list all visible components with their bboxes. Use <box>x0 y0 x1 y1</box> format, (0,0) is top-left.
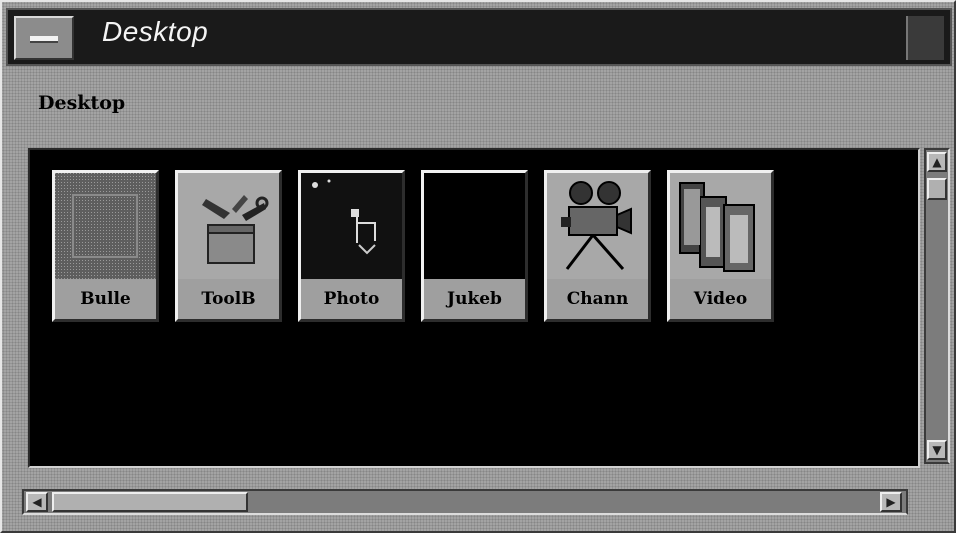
desktop-icon-label: Jukeb <box>424 279 525 319</box>
vertical-scroll-thumb[interactable] <box>927 178 947 200</box>
bulletin-board-icon <box>55 173 156 279</box>
desktop-header-label: Desktop <box>38 92 126 114</box>
scroll-up-button[interactable]: ▲ <box>927 152 947 172</box>
scroll-down-button[interactable]: ▼ <box>927 440 947 460</box>
desktop-icon-chann[interactable]: Chann <box>544 170 651 322</box>
scroll-left-button[interactable]: ◀ <box>26 492 48 512</box>
horizontal-scrollbar[interactable]: ◀ ▶ <box>22 489 908 515</box>
desktop-icon-video[interactable]: Video <box>667 170 774 322</box>
scroll-right-button[interactable]: ▶ <box>880 492 902 512</box>
arrow-down-icon: ▼ <box>932 443 942 457</box>
toolbox-icon <box>178 173 279 279</box>
desktop-icon-bulle[interactable]: Bulle <box>52 170 159 322</box>
arrow-left-icon: ◀ <box>32 495 42 509</box>
movie-camera-icon <box>547 173 648 279</box>
window-title: Desktop <box>102 16 209 47</box>
vertical-scrollbar[interactable]: ▲ ▼ <box>924 148 950 464</box>
desktop-icon-toolb[interactable]: ToolB <box>175 170 282 322</box>
arrow-up-icon: ▲ <box>932 155 942 169</box>
title-bar[interactable]: Desktop <box>6 8 952 66</box>
desktop-icon-label: Chann <box>547 279 648 319</box>
jukebox-icon <box>424 173 525 279</box>
desktop-icon-jukeb[interactable]: Jukeb <box>421 170 528 322</box>
desktop-icon-photo[interactable]: Photo <box>298 170 405 322</box>
window-menu-icon <box>30 36 58 43</box>
arrow-right-icon: ▶ <box>886 495 896 509</box>
desktop-icon-label: Photo <box>301 279 402 319</box>
desktop-icon-label: Bulle <box>55 279 156 319</box>
window-menu-button[interactable] <box>14 16 74 60</box>
desktop-window: Desktop Desktop Bulle ToolB Photo Jukeb … <box>0 0 956 533</box>
horizontal-scroll-thumb[interactable] <box>52 492 248 512</box>
icon-grid: Bulle ToolB Photo Jukeb Chann Video <box>28 148 920 468</box>
desktop-icon-label: Video <box>670 279 771 319</box>
desktop-icon-label: ToolB <box>178 279 279 319</box>
photo-icon <box>301 173 402 279</box>
film-strip-icon <box>670 173 771 279</box>
window-resize-handle[interactable] <box>906 16 944 60</box>
